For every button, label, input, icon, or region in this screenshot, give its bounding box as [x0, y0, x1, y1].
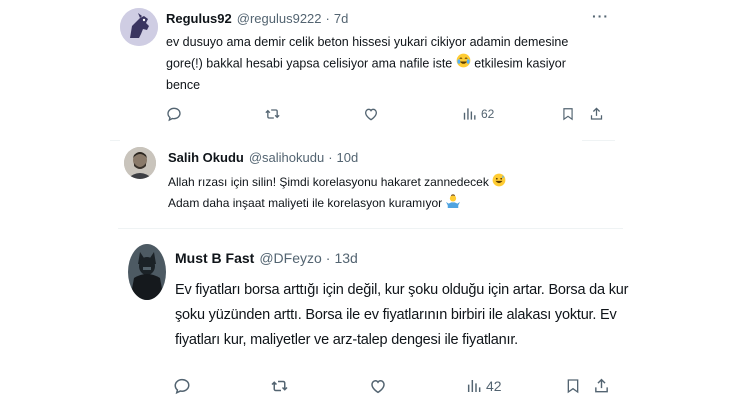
- tweet-text-line: fiyatları kur, maliyetler ve arz-talep d…: [175, 332, 519, 348]
- like-icon: [364, 108, 378, 121]
- views-icon: [463, 108, 476, 120]
- retweet-icon: [265, 109, 280, 119]
- separator-dot: ·: [328, 150, 333, 165]
- separator-dot: ·: [325, 250, 331, 266]
- bookmark-icon: [567, 379, 579, 394]
- tweet-text-line: Adam daha inşaat maliyeti ile korelasyon…: [168, 193, 506, 214]
- avatar[interactable]: [124, 147, 156, 179]
- tweet-must-b-fast[interactable]: Must B Fast @DFeyzo · 13d Ev fiyatları b…: [118, 232, 628, 415]
- display-name[interactable]: Regulus92: [166, 11, 232, 26]
- divider: [118, 228, 623, 229]
- tweet-text-line: bence: [166, 78, 201, 92]
- tweet-text: Allah rızası için silin! Şimdi korelasyo…: [168, 172, 506, 214]
- retweet-button[interactable]: [270, 377, 289, 395]
- avatar[interactable]: [120, 8, 158, 46]
- tweet-text: ev dusuyo ama demir celik beton hissesi …: [166, 32, 568, 96]
- tweet-actions: 42: [173, 376, 613, 398]
- bookmark-button[interactable]: [561, 106, 575, 122]
- reply-button[interactable]: [166, 106, 182, 122]
- timestamp[interactable]: 7d: [334, 11, 348, 26]
- like-button[interactable]: [363, 106, 379, 122]
- share-icon: [590, 107, 603, 120]
- tweet-text-line: Ev fiyatları borsa arttığı için değil, k…: [175, 282, 629, 298]
- tweet-salih-okudu[interactable]: Salih Okudu @salihokudu · 10d Allah rıza…: [120, 140, 582, 225]
- display-name[interactable]: Salih Okudu: [168, 150, 244, 165]
- tweet-text: Ev fiyatları borsa arttığı için değil, k…: [175, 278, 628, 353]
- tweet-text-line: Allah rızası için silin! Şimdi korelasyo…: [168, 172, 506, 193]
- reply-button[interactable]: [173, 377, 191, 395]
- person-shrugging-emoji: [445, 193, 461, 214]
- tweet-text-line: şoku yüzünden arttı. Borsa ile ev fiyatl…: [175, 307, 617, 323]
- tweet-regulus92[interactable]: Regulus92 @regulus9222 · 7d ··· ev dusuy…: [110, 0, 615, 140]
- user-handle[interactable]: @DFeyzo: [259, 250, 321, 266]
- retweet-button[interactable]: [264, 106, 281, 122]
- tweet-text-segment: Adam daha inşaat maliyeti ile korelasyon…: [168, 195, 443, 210]
- like-button[interactable]: [369, 377, 387, 395]
- tweet-text-segment: etkilesim kasiyor: [474, 56, 566, 71]
- share-button[interactable]: [589, 106, 604, 122]
- tweet-text-line: ev dusuyo ama demir celik beton hissesi …: [166, 35, 569, 49]
- share-icon: [595, 378, 608, 393]
- timestamp[interactable]: 13d: [334, 250, 357, 266]
- like-icon: [371, 379, 385, 394]
- retweet-icon: [271, 380, 288, 392]
- more-options-icon[interactable]: ···: [592, 8, 609, 24]
- tweet-text-line: gore(!) bakkal hesabi yapsa celisiyor am…: [166, 53, 568, 75]
- tweet-header: Regulus92 @regulus9222 · 7d: [166, 11, 348, 26]
- tweet-text-segment: Allah rızası için silin! Şimdi korelasyo…: [168, 175, 489, 189]
- laughing-crying-emoji: [456, 53, 471, 75]
- reply-icon: [167, 107, 181, 122]
- share-button[interactable]: [593, 377, 610, 395]
- tweet-actions: 62: [166, 104, 606, 124]
- views-count: 62: [481, 107, 495, 121]
- views-count: 42: [486, 378, 502, 394]
- grinning-sweat-emoji: [492, 173, 506, 193]
- timestamp[interactable]: 10d: [337, 150, 359, 165]
- display-name[interactable]: Must B Fast: [175, 250, 254, 266]
- bookmark-icon: [563, 108, 573, 121]
- avatar[interactable]: [128, 244, 166, 300]
- reply-icon: [174, 378, 190, 395]
- views-button[interactable]: 62: [462, 106, 494, 122]
- bookmark-button[interactable]: [565, 377, 581, 395]
- tweet-header: Salih Okudu @salihokudu · 10d: [168, 150, 358, 165]
- tweet-header: Must B Fast @DFeyzo · 13d: [175, 250, 358, 266]
- separator-dot: ·: [325, 11, 330, 26]
- tweet-text-segment: gore(!) bakkal hesabi yapsa celisiyor am…: [166, 56, 453, 71]
- user-handle[interactable]: @regulus9222: [237, 11, 322, 26]
- user-handle[interactable]: @salihokudu: [249, 150, 324, 165]
- views-icon: [467, 380, 481, 392]
- views-button[interactable]: 42: [466, 377, 502, 395]
